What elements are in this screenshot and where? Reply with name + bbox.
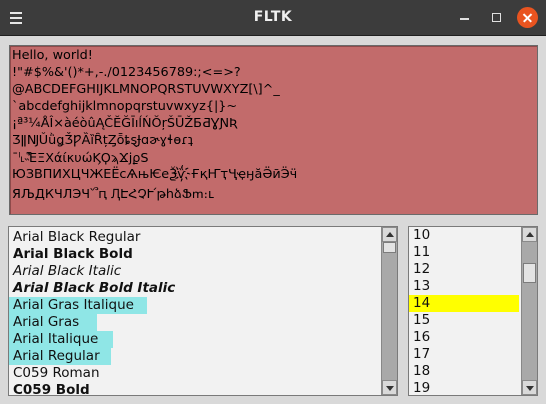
preview-line: Hello, world! <box>12 48 93 63</box>
size-list-item[interactable]: 10 <box>409 227 519 244</box>
maximize-icon[interactable] <box>486 8 506 28</box>
size-list-item[interactable]: 18 <box>409 363 519 380</box>
size-list-item[interactable]: 16 <box>409 329 519 346</box>
scroll-down-arrow-icon[interactable] <box>382 380 397 395</box>
font-list-item[interactable]: Arial Regular <box>9 348 111 365</box>
minimize-icon[interactable] <box>455 8 475 28</box>
preview-line: ЯЉДКЧЛЭЧ՝՞ԥ ԮԷՀՉՒ՛թհձՖՠ։ւ <box>12 187 214 202</box>
close-icon[interactable] <box>517 7 538 28</box>
font-list-item[interactable]: Arial Black Bold <box>9 246 133 263</box>
font-list[interactable]: Arial Black Regular Arial Black Bold Ari… <box>8 226 398 396</box>
font-preview-box: Hello, world! !"#$%&'()*+,-./0123456789:… <box>9 45 538 215</box>
font-list-item[interactable]: Arial Gras <box>9 314 97 331</box>
fltk-window: FLTK Hello, world! !"#$%&'()*+,-./012345… <box>0 0 546 404</box>
title-bar: FLTK <box>0 0 546 36</box>
font-list-item[interactable]: Arial Black Bold Italic <box>9 280 175 297</box>
preview-line: ˉˡ˪˵̓̽͆ΕΞΧάίκυώϏϘϡϪϳϼЅ <box>12 151 149 166</box>
scroll-thumb[interactable] <box>383 242 396 253</box>
font-list-item[interactable]: C059 Bold <box>9 382 90 395</box>
preview-line: ƷǁǊǓǜǥǮǷȀȉȒțȤȭȶȿɈɑɚɣɬɵɾʇ <box>12 133 194 148</box>
size-list-scrollbar[interactable] <box>521 227 537 395</box>
size-list-item[interactable]: 19 <box>409 380 519 395</box>
size-list-item[interactable]: 12 <box>409 261 519 278</box>
preview-line: ЮЗВПИХЦЧЖЕЁсѦњѤеѮѷ҉ҒқҤҭҶҿӈӑӚӣӬӵ <box>12 167 298 182</box>
font-list-item[interactable]: Arial Italique <box>9 331 113 348</box>
size-list-item[interactable]: 15 <box>409 312 519 329</box>
font-list-scrollbar[interactable] <box>381 227 397 395</box>
size-list-item-selected[interactable]: 14 <box>409 295 519 312</box>
font-list-item[interactable]: Arial Black Regular <box>9 229 140 246</box>
font-list-item[interactable]: Arial Gras Italique <box>9 297 147 314</box>
size-list-item[interactable]: 17 <box>409 346 519 363</box>
size-list-item[interactable]: 11 <box>409 244 519 261</box>
font-list-item[interactable]: C059 Roman <box>9 365 100 382</box>
size-list-item[interactable]: 13 <box>409 278 519 295</box>
scroll-thumb[interactable] <box>523 263 536 283</box>
preview-line: ¡ª³¼ÅÎ×àéòûĄČĔĞĪıĺŃŎŗŠŪŽƂƋƔƝƦ <box>12 116 238 131</box>
font-list-item[interactable]: Arial Black Italic <box>9 263 121 280</box>
preview-line: `abcdefghijklmnopqrstuvwxyz{|}~ <box>12 99 238 114</box>
size-list[interactable]: 10 11 12 13 14 15 16 17 18 19 <box>408 226 538 396</box>
scroll-down-arrow-icon[interactable] <box>522 380 537 395</box>
preview-line: !"#$%&'()*+,-./0123456789:;<=>? <box>12 65 241 80</box>
scroll-up-arrow-icon[interactable] <box>382 227 397 242</box>
scroll-up-arrow-icon[interactable] <box>522 227 537 242</box>
preview-line: @ABCDEFGHIJKLMNOPQRSTUVWXYZ[\]^_ <box>12 82 280 97</box>
